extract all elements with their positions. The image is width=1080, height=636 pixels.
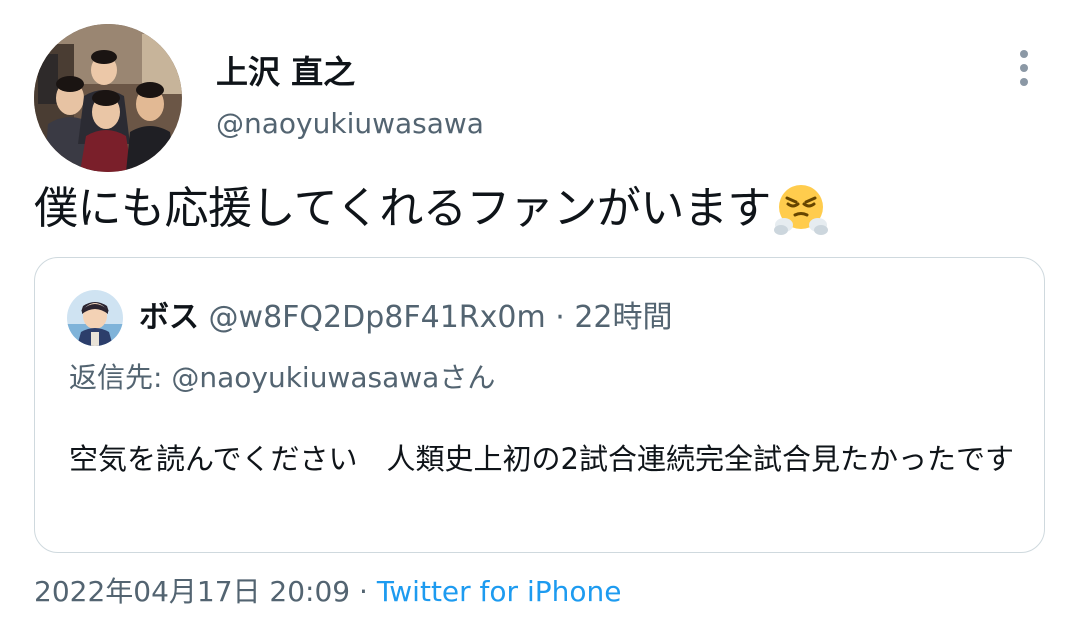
more-options-button[interactable] <box>1004 46 1044 90</box>
avatar-photo <box>34 24 182 172</box>
quoted-text: 空気を読んでください 人類史上初の2試合連続完全試合見たかったです <box>69 442 1015 476</box>
tweet-text: 僕にも応援してくれるファンがいます <box>34 178 829 240</box>
reply-label: 返信先: <box>69 361 172 394</box>
quoted-time[interactable]: 22時間 <box>574 300 672 335</box>
tweet-meta: 2022年04月17日 20:09 · Twitter for iPhone <box>34 572 621 612</box>
quoted-handle[interactable]: @w8FQ2Dp8F41Rx0m <box>209 300 546 335</box>
more-vertical-icon <box>1020 50 1028 86</box>
reply-handle[interactable]: @naoyukiuwasawa <box>171 361 439 394</box>
quoted-display-name[interactable]: ボス <box>139 300 199 335</box>
quoted-header: ボス @w8FQ2Dp8F41Rx0m · 22時間 <box>139 298 673 338</box>
reply-context: 返信先: @naoyukiuwasawaさん <box>69 358 495 398</box>
avatar[interactable] <box>34 24 182 172</box>
quoted-avatar[interactable] <box>67 290 123 346</box>
quoted-separator: · <box>555 300 565 335</box>
meta-separator: · <box>350 575 377 608</box>
quoted-avatar-image <box>67 290 123 346</box>
author-handle[interactable]: @naoyukiuwasawa <box>216 106 484 142</box>
author-display-name[interactable]: 上沢 直之 <box>216 52 355 92</box>
tweet-text-content: 僕にも応援してくれるファンがいます <box>34 183 771 234</box>
quoted-tweet-card[interactable]: ボス @w8FQ2Dp8F41Rx0m · 22時間 返信先: @naoyuki… <box>34 257 1045 553</box>
face-with-steam-from-nose-icon <box>773 181 829 237</box>
reply-suffix: さん <box>439 361 496 394</box>
tweet-source-link[interactable]: Twitter for iPhone <box>377 575 622 608</box>
tweet-timestamp[interactable]: 2022年04月17日 20:09 <box>34 575 350 608</box>
